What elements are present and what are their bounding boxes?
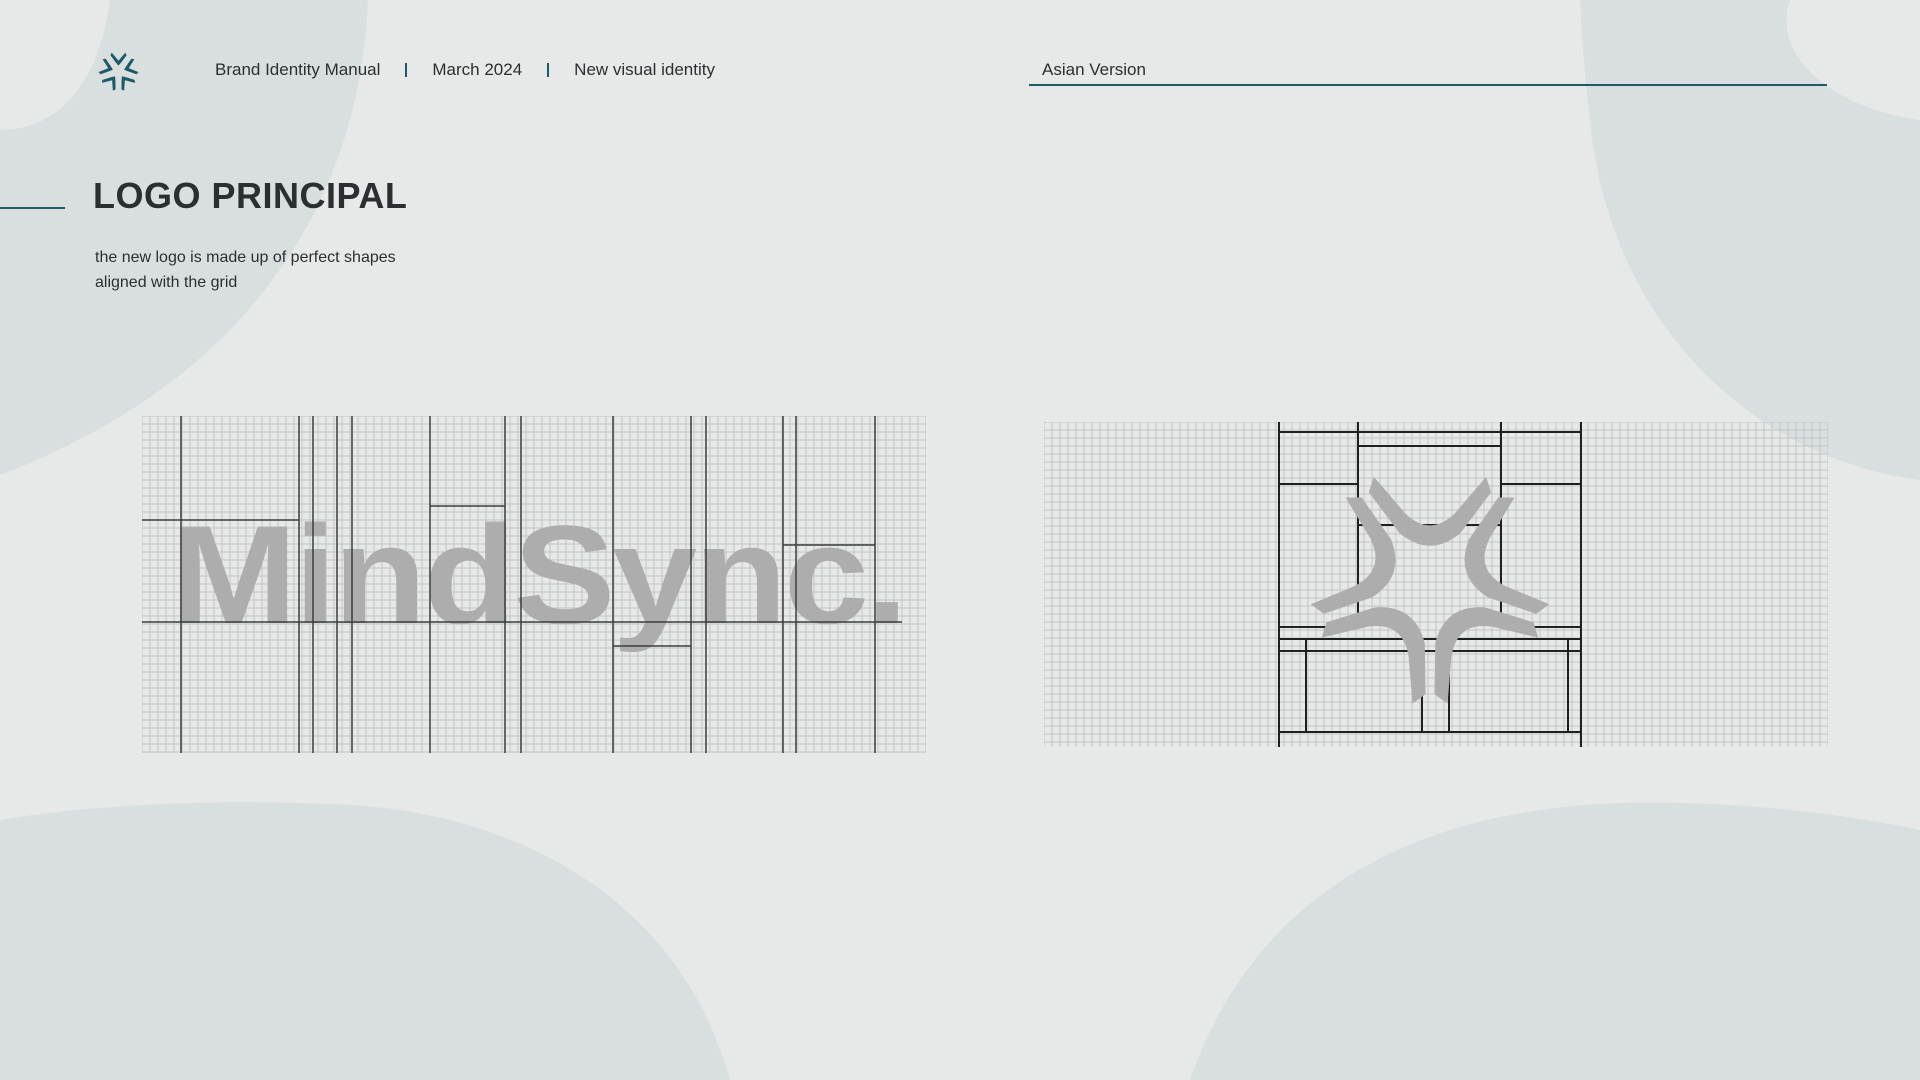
bg-shape-bottom-left — [0, 802, 730, 1080]
symbol-grid — [1044, 422, 1828, 747]
wordmark-grid: MindSync. — [142, 416, 926, 753]
grid-lines — [1044, 422, 1828, 747]
header-manual-title: Brand Identity Manual — [215, 60, 381, 79]
version-text: Asian Version — [1042, 60, 1146, 79]
symbol-shape — [1310, 476, 1550, 704]
wordmark-grid-panel: MindSync. — [142, 416, 926, 753]
header-separator — [547, 63, 550, 77]
description-line: the new logo is made up of perfect shape… — [95, 249, 396, 266]
header-breadcrumb: Brand Identity Manual March 2024 New vis… — [215, 58, 715, 82]
page-title: LOGO PRINCIPAL — [93, 175, 408, 216]
bg-shape-bottom-right — [1190, 802, 1920, 1080]
header-date: March 2024 — [432, 60, 523, 79]
description-line: aligned with the grid — [95, 274, 238, 291]
version-label: Asian Version — [1029, 60, 1827, 86]
symbol-grid-panel — [1044, 422, 1828, 747]
mindsync-symbol-icon — [98, 52, 139, 91]
title-accent-line — [0, 207, 65, 209]
header-separator — [405, 63, 408, 77]
section-description: the new logo is made up of perfect shape… — [95, 245, 515, 295]
header-subtitle: New visual identity — [574, 60, 715, 79]
